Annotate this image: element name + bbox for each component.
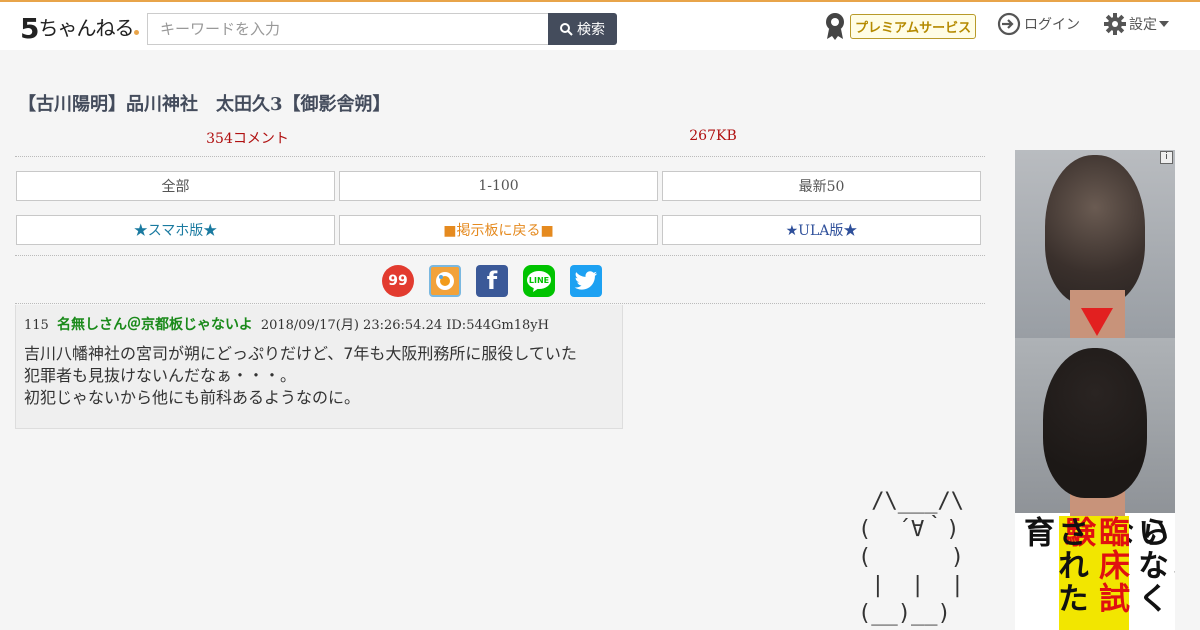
ad-head-after xyxy=(1043,348,1147,498)
divider xyxy=(15,255,985,256)
site-header: 5ちゃんねる 検索 プレミアムサービス ログイン xyxy=(0,0,1200,50)
bookmark-icon-graphic xyxy=(436,272,454,290)
aa-line: /\___/\ xyxy=(858,489,964,514)
facebook-icon[interactable]: f xyxy=(476,265,508,297)
divider xyxy=(15,303,985,304)
search-button[interactable]: 検索 xyxy=(548,13,617,45)
nav-all-button[interactable]: 全部 xyxy=(16,171,335,201)
bookmark-icon[interactable] xyxy=(429,265,461,297)
post-author: 名無しさん＠京都板じゃないよ xyxy=(56,317,253,333)
nav-ula-button[interactable]: ★ULA版★ xyxy=(662,215,981,245)
thread-title: 【古川陽明】品川神社 太田久3【御影舎朔】 xyxy=(18,94,391,115)
99-icon-label: 99 xyxy=(388,273,408,289)
post-date: 2018/09/17(月) 23:26:54.24 xyxy=(260,318,443,333)
award-icon xyxy=(826,13,844,40)
ad-photo-after xyxy=(1015,338,1175,518)
settings-label: 設定 xyxy=(1129,17,1157,33)
search-input[interactable] xyxy=(147,13,549,45)
search-button-label: 検索 xyxy=(577,22,605,38)
post-line: 吉川八幡神社の宮司が朔にどっぷりだけど、7年も大阪刑務所に服役していた xyxy=(24,344,577,363)
site-logo[interactable]: 5ちゃんねる xyxy=(20,12,140,45)
nav-1-100-button[interactable]: 1-100 xyxy=(339,171,658,201)
gear-icon xyxy=(1104,13,1126,35)
login-label: ログイン xyxy=(1024,17,1080,33)
post-id[interactable]: ID:544Gm18yH xyxy=(446,318,549,333)
arrow-down-icon xyxy=(1081,308,1113,336)
nav-smartphone-button[interactable]: ★スマホ版★ xyxy=(16,215,335,245)
twitter-bird-graphic xyxy=(574,271,597,290)
post-line: 犯罪者も見抜けないんだなぁ・・・。 xyxy=(24,366,297,385)
login-link[interactable]: ログイン xyxy=(997,12,1080,36)
line-icon-text: LINE xyxy=(529,276,549,285)
aa-line: | | | xyxy=(858,573,964,598)
line-icon[interactable]: LINE xyxy=(523,265,555,297)
aa-line: ( ) xyxy=(858,545,964,570)
ad-info-icon[interactable]: i xyxy=(1160,151,1173,164)
comment-count: 354コメント xyxy=(206,131,289,147)
share-row: 99 f LINE xyxy=(382,265,602,297)
aa-line: ( ´∀｀) xyxy=(858,517,960,542)
post-number[interactable]: 115 xyxy=(24,318,49,333)
ascii-art-cat: /\___/\ ( ´∀｀) ( ) | | | (__)__) xyxy=(858,488,964,628)
login-icon xyxy=(997,12,1021,36)
nav-back-to-board-button[interactable]: ■掲示板に戻る■ xyxy=(339,215,658,245)
caret-down-icon xyxy=(1159,21,1169,27)
post-header: 115 名無しさん＠京都板じゃないよ 2018/09/17(月) 23:26:5… xyxy=(24,314,549,334)
post: 115 名無しさん＠京都板じゃないよ 2018/09/17(月) 23:26:5… xyxy=(15,305,623,429)
line-icon-graphic: LINE xyxy=(527,271,551,292)
post-body: 吉川八幡神社の宮司が朔にどっぷりだけど、7年も大阪刑務所に服役していた 犯罪者も… xyxy=(24,343,577,409)
logo-five: 5 xyxy=(20,12,40,45)
post-line: 初犯じゃないから他にも前科あるようなのに。 xyxy=(24,388,361,407)
premium-service[interactable]: プレミアムサービス xyxy=(824,12,977,40)
nav-latest50-button[interactable]: 最新50 xyxy=(662,171,981,201)
divider xyxy=(15,156,985,157)
aa-line: (__)__) xyxy=(858,601,951,626)
ad-text-column: された育 xyxy=(1018,516,1088,615)
settings-menu[interactable]: 設定 xyxy=(1103,12,1169,36)
advertisement[interactable]: i 日本から いなくな 臨床試験 された育 xyxy=(1015,150,1175,630)
logo-dot xyxy=(134,30,140,35)
thread-size: 267KB xyxy=(689,128,737,144)
logo-text: ちゃんねる xyxy=(38,16,134,40)
99-icon[interactable]: 99 xyxy=(382,265,414,297)
premium-badge: プレミアムサービス xyxy=(850,13,977,39)
facebook-icon-label: f xyxy=(486,267,498,295)
search-icon xyxy=(560,22,573,36)
twitter-icon[interactable] xyxy=(570,265,602,297)
ad-head-before xyxy=(1045,155,1145,305)
